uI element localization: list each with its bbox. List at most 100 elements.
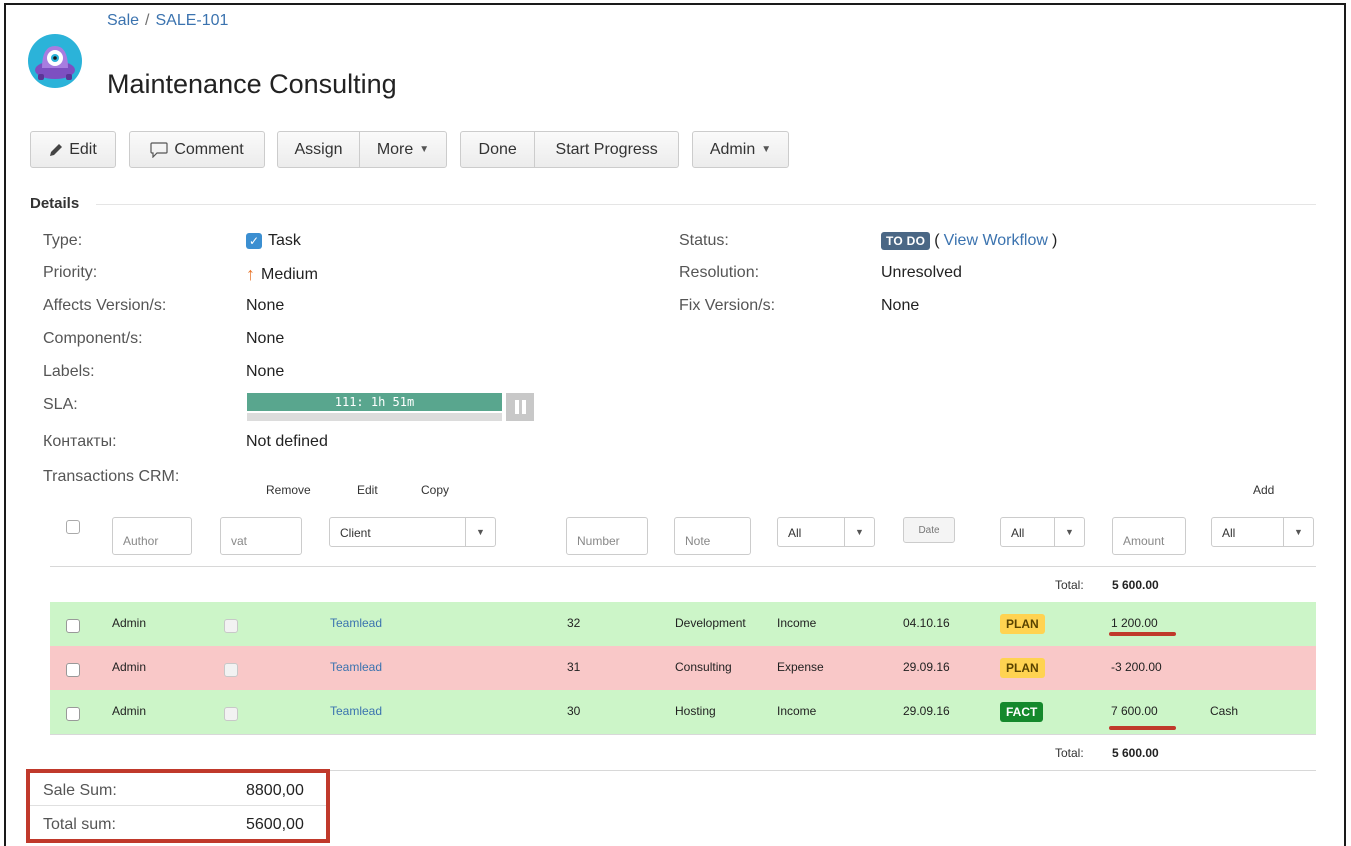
breadcrumb-separator: /: [145, 12, 150, 29]
status-value: TO DO (View Workflow): [881, 232, 1057, 250]
row-client-link[interactable]: Teamlead: [330, 660, 382, 674]
row-status-badge: FACT: [1000, 702, 1044, 722]
copy-action[interactable]: Copy: [421, 483, 449, 497]
status-filter-value: All: [1011, 526, 1025, 540]
client-filter-select[interactable]: Client ▼: [329, 517, 496, 547]
row-amount: 7 600.00: [1111, 704, 1158, 718]
author-filter-input[interactable]: Author: [112, 517, 192, 555]
sla-progress-bar: 111: 1h 51m: [247, 393, 502, 411]
row-client-link[interactable]: Teamlead: [330, 704, 382, 718]
row-select-checkbox[interactable]: [66, 619, 80, 633]
chevron-down-icon: ▼: [419, 144, 430, 155]
add-action[interactable]: Add: [1253, 483, 1274, 497]
top-total-label: Total:: [1055, 578, 1084, 592]
row-type: Income: [777, 616, 817, 630]
details-heading: Details: [30, 195, 80, 212]
table-bottom-divider: [50, 734, 1316, 735]
contacts-value: Not defined: [246, 433, 328, 450]
type-filter-select[interactable]: All ▼: [777, 517, 875, 547]
more-button-label: More: [376, 140, 414, 158]
status-filter-select[interactable]: All ▼: [1000, 517, 1085, 547]
date-filter-button[interactable]: Date: [903, 517, 955, 543]
affects-version-label: Affects Version/s:: [43, 297, 167, 314]
row-account: Cash: [1210, 704, 1239, 718]
client-filter-value: Client: [340, 526, 371, 540]
table-row: Admin Teamlead 32 Development Income 04.…: [50, 602, 1316, 646]
component-value: None: [246, 330, 285, 347]
status-label: Status:: [679, 232, 729, 249]
breadcrumb-issue-key-link[interactable]: SALE-101: [155, 12, 228, 29]
select-all-checkbox[interactable]: [66, 520, 80, 534]
top-total-value: 5 600.00: [1112, 578, 1159, 592]
contacts-label: Контакты:: [43, 433, 117, 450]
workflow-group: Done Start Progress: [460, 131, 679, 168]
status-badge: TO DO: [881, 232, 931, 250]
breadcrumb-project-link[interactable]: Sale: [107, 12, 139, 29]
component-label: Component/s:: [43, 330, 143, 347]
row-vat-checkbox: [224, 707, 238, 721]
row-author: Admin: [112, 660, 147, 674]
done-button-label: Done: [478, 140, 517, 158]
admin-button[interactable]: Admin ▼: [692, 131, 789, 168]
edit-action[interactable]: Edit: [357, 483, 378, 497]
row-number: 32: [567, 616, 581, 630]
chevron-down-icon: ▼: [761, 144, 772, 155]
row-select-checkbox[interactable]: [66, 663, 80, 677]
number-filter-input[interactable]: Number: [566, 517, 648, 555]
row-number: 30: [567, 704, 581, 718]
amount-highlight-underline: [1109, 726, 1176, 730]
type-value-text: Task: [268, 232, 301, 249]
row-date: 29.09.16: [903, 704, 950, 718]
start-progress-button-label: Start Progress: [555, 140, 658, 158]
row-number: 31: [567, 660, 581, 674]
pause-icon[interactable]: [506, 393, 534, 421]
account-filter-select[interactable]: All ▼: [1211, 517, 1314, 547]
comment-button[interactable]: Comment: [129, 131, 265, 168]
type-value: ✓ Task: [246, 232, 301, 250]
sale-sum-label: Sale Sum:: [43, 782, 117, 799]
details-divider: [96, 204, 1316, 205]
assign-button[interactable]: Assign: [278, 132, 359, 167]
priority-arrow-up-icon: ↑: [246, 264, 255, 284]
start-progress-button[interactable]: Start Progress: [534, 132, 678, 167]
done-button[interactable]: Done: [461, 132, 534, 167]
sale-sum-value: 8800,00: [246, 782, 304, 799]
priority-value: ↑ Medium: [246, 264, 318, 285]
fix-version-value: None: [881, 297, 920, 314]
type-label: Type:: [43, 232, 83, 249]
view-workflow-open-paren: (: [934, 232, 940, 249]
row-note: Consulting: [675, 660, 732, 674]
sla-track: [247, 413, 502, 421]
bottom-total-value: 5 600.00: [1112, 746, 1159, 760]
edit-button-label: Edit: [69, 140, 97, 158]
row-select-checkbox[interactable]: [66, 707, 80, 721]
row-author: Admin: [112, 616, 147, 630]
page-title: Maintenance Consulting: [107, 69, 397, 99]
amount-filter-input[interactable]: Amount: [1112, 517, 1186, 555]
vat-filter-input[interactable]: vat: [220, 517, 302, 555]
row-amount: -3 200.00: [1111, 660, 1162, 674]
row-date: 29.09.16: [903, 660, 950, 674]
comment-icon: [150, 141, 168, 158]
row-note: Hosting: [675, 704, 716, 718]
edit-button[interactable]: Edit: [30, 131, 116, 168]
transactions-label: Transactions CRM:: [43, 468, 180, 485]
chevron-down-icon: ▼: [465, 518, 495, 546]
row-status-badge: PLAN: [1000, 614, 1045, 634]
type-filter-value: All: [788, 526, 802, 540]
fix-version-label: Fix Version/s:: [679, 297, 776, 314]
row-date: 04.10.16: [903, 616, 950, 630]
row-client-link[interactable]: Teamlead: [330, 616, 382, 630]
row-vat-checkbox: [224, 663, 238, 677]
row-note: Development: [675, 616, 746, 630]
remove-action[interactable]: Remove: [266, 483, 311, 497]
account-filter-value: All: [1222, 526, 1236, 540]
row-type: Income: [777, 704, 817, 718]
breadcrumb: Sale / SALE-101: [107, 12, 228, 30]
assign-more-group: Assign More ▼: [277, 131, 447, 168]
total-sum-label: Total sum:: [43, 816, 116, 833]
more-button[interactable]: More ▼: [359, 132, 446, 167]
table-top-divider: [50, 566, 1316, 567]
view-workflow-link[interactable]: View Workflow: [944, 232, 1048, 250]
note-filter-input[interactable]: Note: [674, 517, 751, 555]
